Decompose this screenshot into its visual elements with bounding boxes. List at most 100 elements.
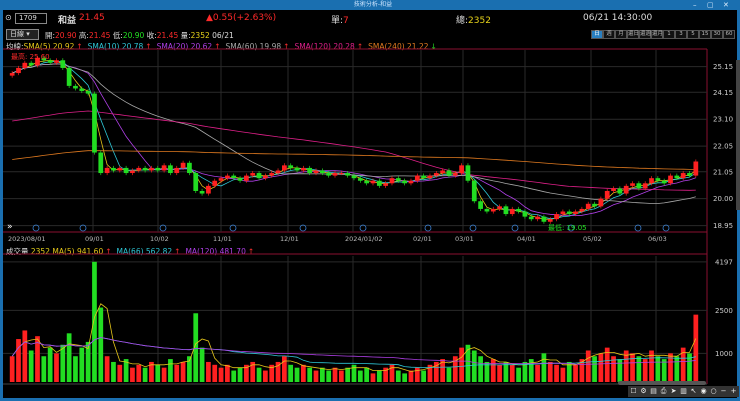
candle <box>478 201 483 209</box>
volume-bar <box>459 347 464 382</box>
volume-bar <box>174 364 180 382</box>
candle <box>237 178 243 181</box>
candle <box>655 178 661 181</box>
volume-bar <box>237 367 243 382</box>
candle <box>180 162 186 168</box>
volume-bar <box>560 367 566 382</box>
candle <box>642 183 648 189</box>
volume-bar <box>516 367 521 382</box>
candle <box>585 203 591 209</box>
candle <box>471 180 477 202</box>
date-tick-label: 10/02 <box>150 235 169 243</box>
volume-bar <box>136 364 142 382</box>
candle <box>149 167 154 171</box>
volume-bar <box>231 370 237 382</box>
volume-bar <box>60 344 66 382</box>
candle <box>117 167 123 171</box>
volume-bar <box>212 364 218 382</box>
expand-icon[interactable]: » <box>7 222 13 232</box>
candle <box>307 167 313 174</box>
candle <box>592 203 597 207</box>
candle <box>522 211 528 217</box>
volume-bar <box>585 350 591 382</box>
volume-bar <box>313 370 319 382</box>
horizontal-scrollbar[interactable] <box>618 381 706 385</box>
candle <box>142 167 148 171</box>
volume-bar <box>66 333 72 382</box>
volume-bar <box>79 347 85 382</box>
candle <box>79 88 85 92</box>
candle <box>383 183 389 186</box>
volume-bar <box>364 367 370 382</box>
volume-bar <box>554 364 559 382</box>
vertical-scrollbar[interactable] <box>736 60 740 210</box>
volume-bar <box>142 367 148 382</box>
date-tick-label: 03/01 <box>455 235 474 243</box>
price-tick-label: 23.10 <box>713 116 733 124</box>
volume-bar <box>478 356 483 382</box>
price-tick-label: 25.15 <box>713 63 733 71</box>
candle <box>395 178 401 181</box>
volume-bar <box>497 364 502 382</box>
candle <box>611 188 616 191</box>
volume-bar <box>117 364 123 382</box>
candle <box>98 152 104 174</box>
candle <box>111 167 116 171</box>
candle <box>560 211 566 215</box>
volume-tick-label: 1000 <box>715 350 733 358</box>
candle <box>300 167 306 171</box>
volume-bar <box>307 367 313 382</box>
date-tick-label: 02/01 <box>413 235 432 243</box>
volume-bar <box>319 367 325 382</box>
volume-bar <box>509 364 515 382</box>
volume-bar <box>332 367 338 382</box>
volume-bar <box>395 370 401 382</box>
candle <box>528 216 534 220</box>
candle <box>630 183 635 186</box>
price-tick-label: 21.05 <box>713 168 733 176</box>
candle <box>22 62 28 68</box>
volume-bar <box>168 359 173 382</box>
candle <box>60 60 66 68</box>
volume-bar <box>111 361 116 382</box>
volume-bar <box>47 347 53 382</box>
volume-bar <box>357 370 363 382</box>
candle <box>155 167 161 171</box>
candle <box>326 173 332 176</box>
candle <box>218 178 224 181</box>
candle <box>421 175 426 179</box>
candle <box>459 165 464 174</box>
volume-bar <box>294 367 300 382</box>
toolbar-button-10[interactable]: + <box>728 386 739 397</box>
high-annotation: 最高: 25.60 <box>11 53 50 61</box>
candle <box>623 185 629 194</box>
volume-bar <box>263 370 268 382</box>
candle <box>193 173 199 191</box>
volume-bar <box>155 364 161 382</box>
candle <box>376 180 382 186</box>
candle <box>433 173 439 176</box>
candle <box>598 198 604 207</box>
volume-bar <box>288 364 294 382</box>
volume-bar <box>256 367 262 382</box>
volume-bar <box>617 359 623 382</box>
candle <box>199 190 205 194</box>
date-tick-label: 05/02 <box>583 235 602 243</box>
ma-line <box>12 150 696 170</box>
candle <box>9 73 15 76</box>
date-tick-label: 04/01 <box>517 235 536 243</box>
candle <box>541 216 547 222</box>
volume-bar <box>218 367 224 382</box>
volume-bar <box>225 364 230 382</box>
price-tick-label: 22.05 <box>713 143 733 151</box>
candle <box>636 183 642 189</box>
candle <box>338 173 344 175</box>
candle <box>516 208 521 212</box>
volume-bar <box>28 350 34 382</box>
candle <box>566 211 572 215</box>
price-volume-chart[interactable]: 2023/08/01 09/01 10/02 11/01 12/01 2024/01/02… <box>3 0 740 401</box>
candle <box>693 161 699 176</box>
volume-bar <box>22 330 28 382</box>
candle <box>104 167 110 174</box>
candle <box>212 180 218 186</box>
